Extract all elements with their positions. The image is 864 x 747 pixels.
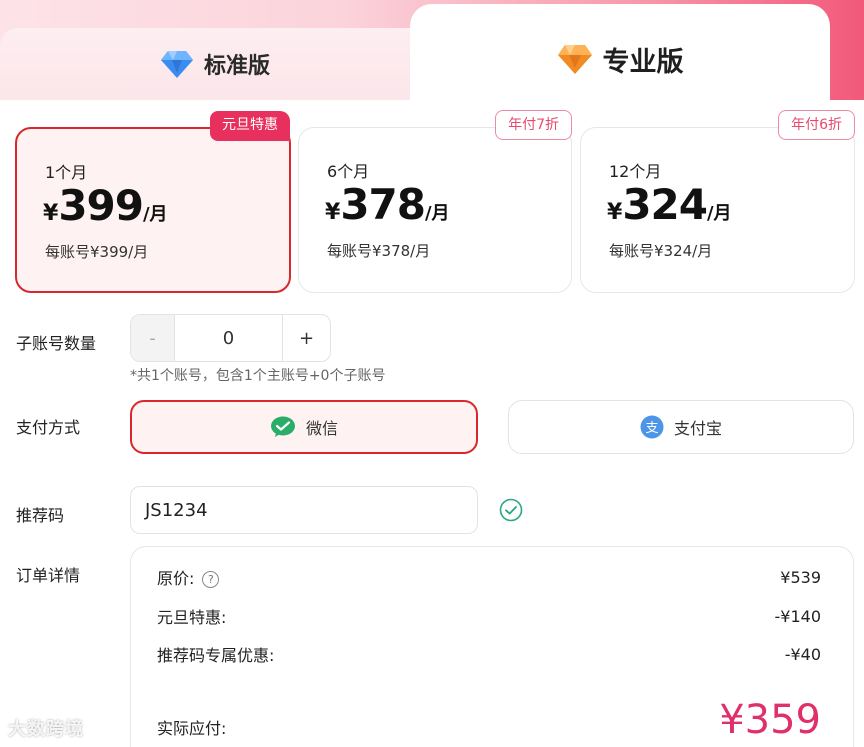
alipay-glyph: 支 xyxy=(645,421,658,436)
plan-badge: 元旦特惠 xyxy=(210,111,290,141)
watermark: 大数跨境 xyxy=(8,719,84,740)
plan-amount: 378 xyxy=(340,180,426,229)
plan-duration: 1个月 xyxy=(45,163,88,182)
plan-currency: ¥ xyxy=(43,201,59,226)
sub-accounts-input[interactable]: 0 xyxy=(175,315,282,361)
plan-per-account: 每账号¥399/月 xyxy=(45,243,149,261)
plan-currency: ¥ xyxy=(607,200,623,225)
payment-wechat-label: 微信 xyxy=(305,419,338,438)
original-price-value: ¥539 xyxy=(780,567,821,587)
increment-button[interactable]: + xyxy=(282,315,330,361)
check-circle-icon xyxy=(499,498,523,522)
order-details-label: 订单详情 xyxy=(16,566,81,585)
blue-diamond-icon xyxy=(160,51,193,78)
plan-amount: 399 xyxy=(58,181,144,230)
total-label: 实际应付: xyxy=(157,719,227,738)
plan-duration: 12个月 xyxy=(609,162,662,181)
plan-per-account: 每账号¥378/月 xyxy=(327,242,431,260)
payment-method-label: 支付方式 xyxy=(16,418,81,437)
promo-value: -¥140 xyxy=(774,606,822,626)
plan-duration: 6个月 xyxy=(327,162,370,181)
payment-alipay-button[interactable]: 支 支付宝 xyxy=(508,400,854,454)
plan-card-6-months[interactable]: 年付7折 6个月 ¥378/月 每账号¥378/月 xyxy=(298,110,572,293)
plan-price: ¥399/月 xyxy=(43,181,168,230)
alipay-icon: 支 xyxy=(640,415,664,439)
plan-price: ¥324/月 xyxy=(607,180,732,229)
plan-card-12-months[interactable]: 年付6折 12个月 ¥324/月 每账号¥324/月 xyxy=(580,110,855,293)
promo-label: 元旦特惠: xyxy=(157,608,227,627)
payment-alipay-label: 支付宝 xyxy=(673,419,722,438)
tab-pro[interactable]: 专业版 xyxy=(410,4,830,100)
plan-unit: /月 xyxy=(424,203,450,224)
referral-discount-label: 推荐码专属优惠: xyxy=(157,646,275,665)
order-row-total: 实际应付: ¥359 xyxy=(157,687,821,743)
plan-per-account: 每账号¥324/月 xyxy=(609,242,713,260)
referral-discount-value: -¥40 xyxy=(784,644,821,664)
original-price-label: 原价: xyxy=(157,569,195,588)
decrement-button[interactable]: - xyxy=(131,315,175,361)
order-details-panel: 原价:? ¥539 元旦特惠: -¥140 推荐码专属优惠: -¥40 实际应付… xyxy=(130,546,854,747)
plan-unit: /月 xyxy=(142,204,168,225)
original-price-label-group: 原价:? xyxy=(157,565,220,589)
tab-standard-label: 标准版 xyxy=(203,54,270,79)
plan-price: ¥378/月 xyxy=(325,180,450,229)
sub-accounts-hint: *共1个账号，包含1个主账号+0个子账号 xyxy=(130,368,386,384)
plan-badge: 年付7折 xyxy=(495,110,572,140)
plan-currency: ¥ xyxy=(325,200,341,225)
payment-wechat-button[interactable]: 微信 xyxy=(130,400,478,454)
sub-accounts-stepper: - 0 + xyxy=(130,314,331,362)
plan-card-1-month[interactable]: 元旦特惠 1个月 ¥399/月 每账号¥399/月 xyxy=(15,111,291,293)
order-row-referral: 推荐码专属优惠: -¥40 xyxy=(157,642,821,666)
tab-pro-label: 专业版 xyxy=(602,46,684,78)
help-icon[interactable]: ? xyxy=(202,571,220,588)
plan-amount: 324 xyxy=(622,180,708,229)
referral-code-label: 推荐码 xyxy=(16,506,65,525)
tab-standard[interactable]: 标准版 xyxy=(0,28,430,100)
orange-diamond-icon xyxy=(557,45,592,74)
total-value: ¥359 xyxy=(719,697,821,743)
sub-accounts-label: 子账号数量 xyxy=(16,334,97,353)
referral-code-input[interactable]: JS1234 xyxy=(130,486,478,534)
plan-unit: /月 xyxy=(706,203,732,224)
wechat-icon xyxy=(270,416,295,437)
order-row-promo: 元旦特惠: -¥140 xyxy=(157,604,821,628)
plan-badge: 年付6折 xyxy=(778,110,855,140)
order-row-original: 原价:? ¥539 xyxy=(157,565,821,589)
